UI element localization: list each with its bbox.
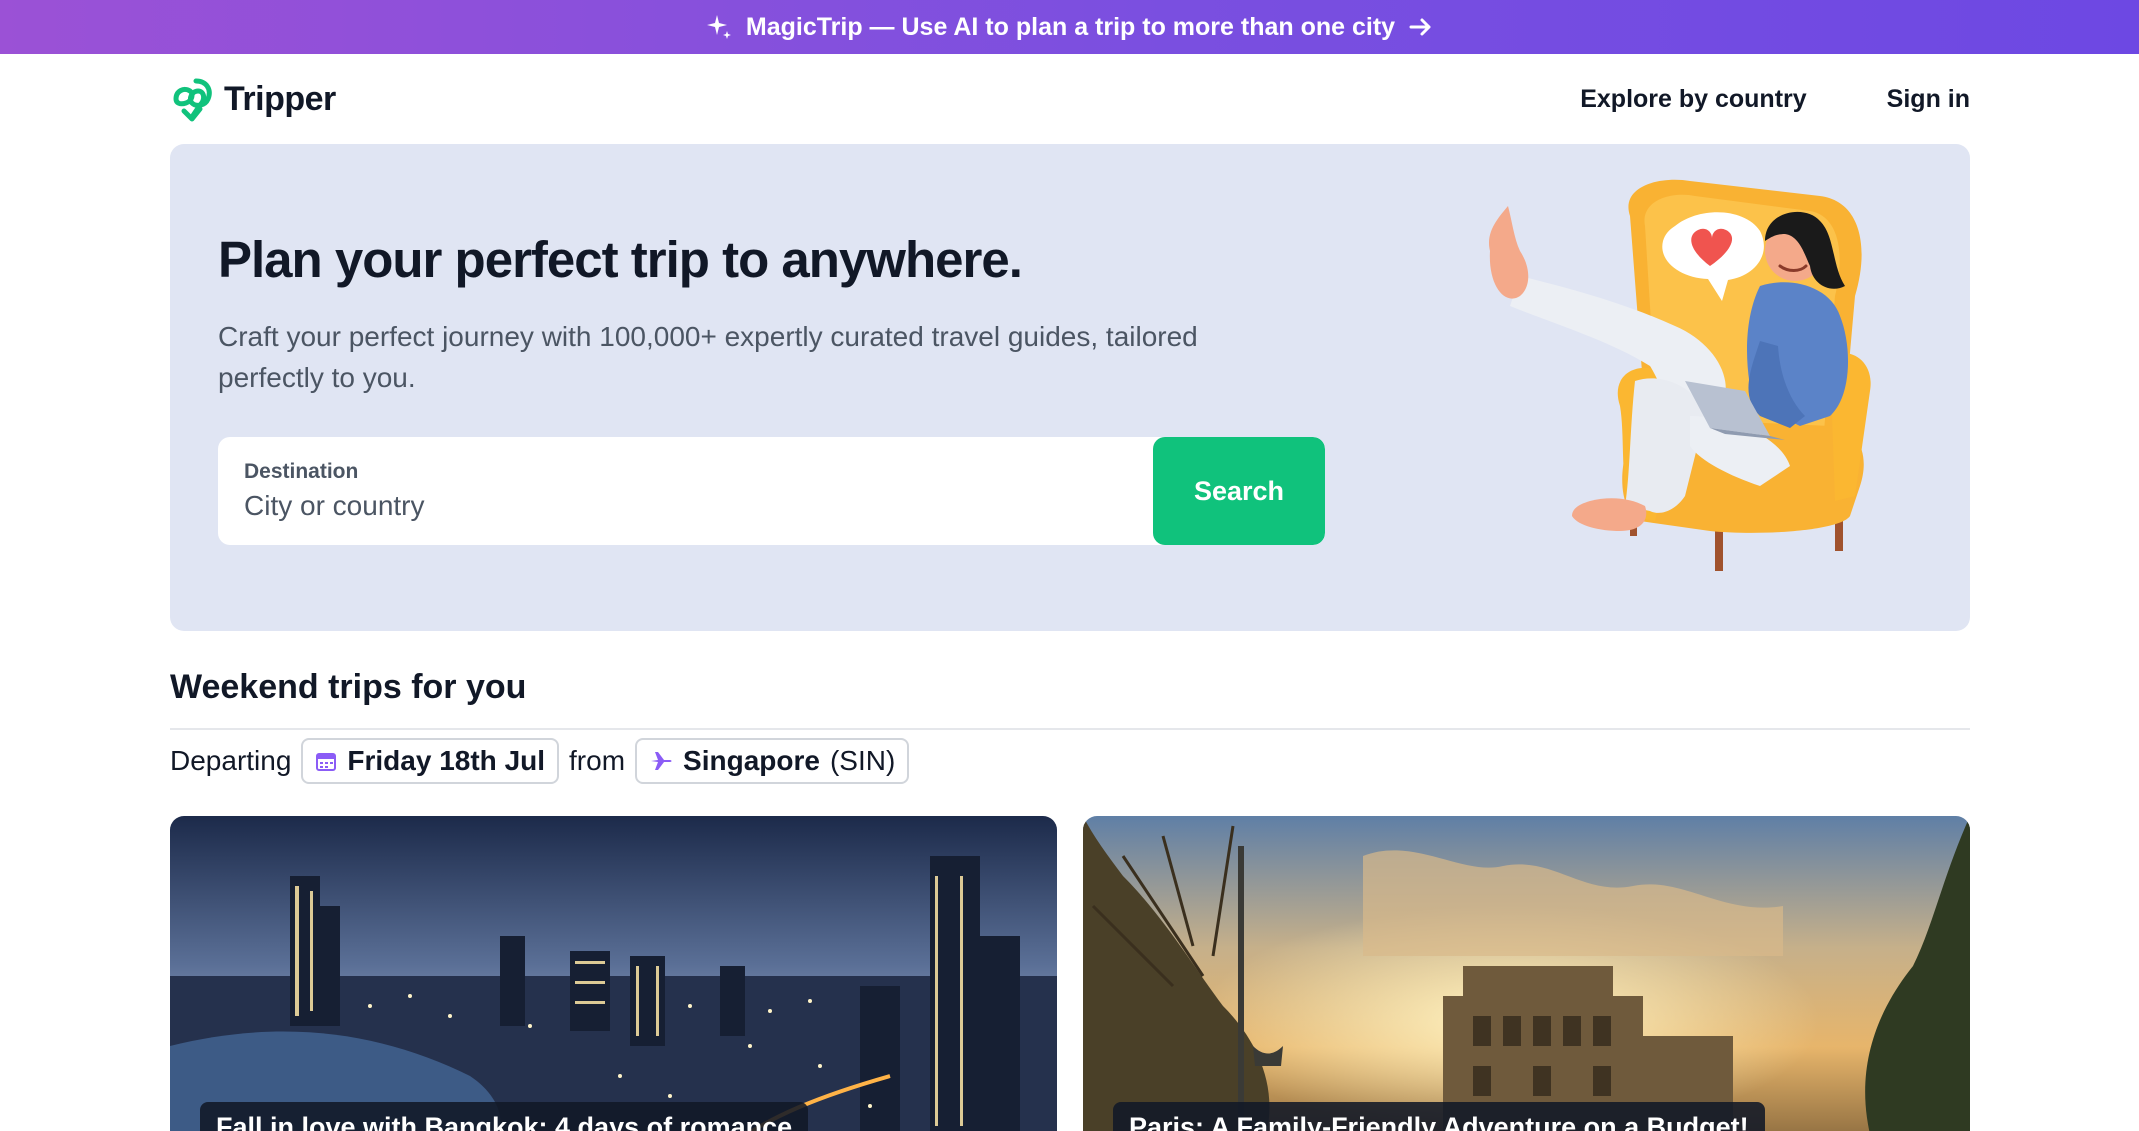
trip-card-caption: Fall in love with Bangkok: 4 days of rom… (200, 1102, 809, 1131)
destination-field[interactable]: Destination (218, 437, 1153, 545)
sign-in-link[interactable]: Sign in (1887, 85, 1970, 114)
departing-row: Departing Friday 18th Jul from Singapore… (170, 738, 910, 784)
airplane-icon (651, 752, 672, 770)
logo-text: Tripper (224, 79, 336, 118)
departure-date-chip[interactable]: Friday 18th Jul (301, 738, 560, 784)
section-divider (170, 728, 1970, 730)
search-button[interactable]: Search (1153, 437, 1325, 545)
destination-search: Destination Search (218, 437, 1325, 545)
origin-city-chip[interactable]: Singapore (SIN) (635, 738, 910, 784)
woman-armchair-illustration (1489, 179, 1871, 571)
calendar-icon (316, 753, 337, 771)
header-nav: Explore by country Sign in (1580, 85, 1970, 114)
origin-city-code: (SIN) (829, 745, 896, 776)
promo-text: MagicTrip — Use AI to plan a trip to mor… (745, 12, 1396, 41)
hero-subtitle: Craft your perfect journey with 100,000+… (218, 321, 1198, 393)
departure-date-value: Friday 18th Jul (347, 745, 546, 776)
hero-panel: Plan your perfect trip to anywhere. Craf… (170, 144, 1970, 631)
hero-title: Plan your perfect trip to anywhere. (218, 231, 1023, 288)
from-label: from (569, 745, 626, 776)
trip-card-caption: Paris: A Family-Friendly Adventure on a … (1113, 1102, 1765, 1131)
departing-label: Departing (170, 745, 292, 776)
tripper-logo[interactable]: Tripper (170, 73, 336, 125)
site-header: Tripper Explore by country Sign in (170, 54, 1970, 144)
destination-label: Destination (244, 460, 359, 483)
magictrip-promo-banner[interactable]: MagicTrip — Use AI to plan a trip to mor… (0, 0, 2139, 54)
trip-card[interactable]: Paris: A Family-Friendly Adventure on a … (1083, 816, 1970, 1131)
tripper-logo-icon (170, 73, 218, 125)
weekend-trips-title: Weekend trips for you (170, 668, 527, 706)
bangkok-night-skyline-image (170, 816, 1057, 1131)
arrow-right-icon (1407, 13, 1435, 41)
origin-city-name: Singapore (683, 745, 820, 776)
destination-input[interactable] (244, 490, 1127, 522)
sparkle-icon (704, 12, 734, 42)
trip-card[interactable]: Fall in love with Bangkok: 4 days of rom… (170, 816, 1057, 1131)
paris-sunset-building-image (1083, 816, 1970, 1131)
explore-by-country-link[interactable]: Explore by country (1580, 85, 1806, 114)
